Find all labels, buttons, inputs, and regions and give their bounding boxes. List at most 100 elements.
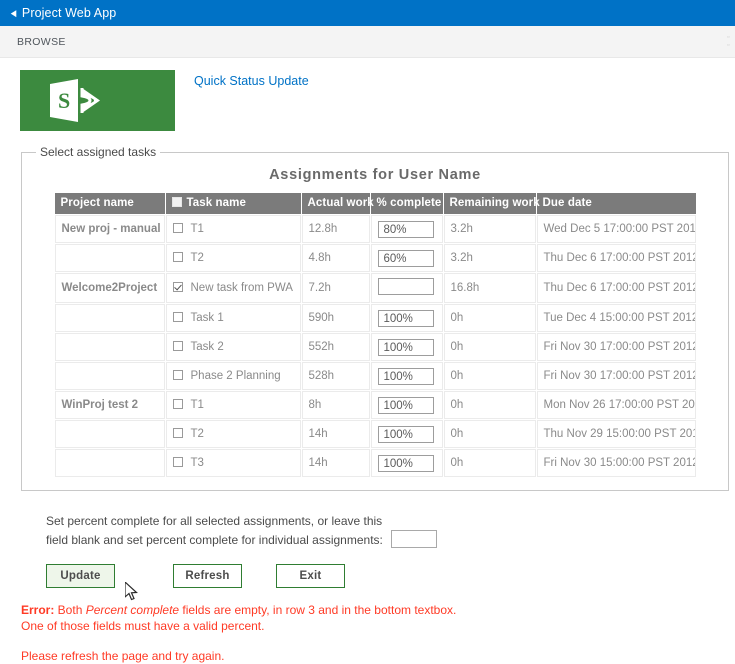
assignments-table: Project name Task name Actual work % com… xyxy=(54,192,697,478)
cell-project-name: New proj - manual xyxy=(54,215,165,243)
task-name-label: Phase 2 Planning xyxy=(190,370,281,382)
back-arrow-icon[interactable]: ◀ xyxy=(11,8,17,18)
row-select-checkbox[interactable] xyxy=(172,312,183,322)
cell-percent-complete: 100% xyxy=(370,333,443,361)
cell-remaining-work: 0h xyxy=(443,362,536,390)
column-header-percent-complete: % complete xyxy=(370,193,443,214)
row-select-checkbox[interactable] xyxy=(172,252,183,262)
percent-complete-input[interactable]: 100% xyxy=(377,367,434,385)
task-name-label: T2 xyxy=(190,252,204,264)
cell-due-date: Fri Nov 30 17:00:00 PST 2012 xyxy=(536,333,696,361)
column-header-task-name: Task name xyxy=(165,193,301,214)
table-row: Welcome2Project New task from PWA 7.2h 16.8… xyxy=(54,273,696,303)
global-percent-row: field blank and set percent complete for… xyxy=(46,530,735,549)
row-select-checkbox[interactable] xyxy=(172,282,183,292)
ribbon-overflow-stub[interactable]: ▫ ▫ xyxy=(727,34,735,50)
update-button[interactable]: Update xyxy=(46,564,115,588)
cell-actual-work: 590h xyxy=(301,304,370,332)
cell-project-name xyxy=(54,449,165,477)
cell-remaining-work: 0h xyxy=(443,333,536,361)
cell-percent-complete: 100% xyxy=(370,362,443,390)
quick-status-update-link[interactable]: Quick Status Update xyxy=(194,74,309,88)
assignments-table-body: New proj - manual T1 12.8h 80% 3.2h Wed Dec 5… xyxy=(54,215,696,477)
error-line-3: Please refresh the page and try again. xyxy=(21,649,225,663)
global-percent-input[interactable] xyxy=(390,530,437,548)
percent-complete-input[interactable]: 60% xyxy=(377,249,434,267)
suite-bar: ◀ Project Web App xyxy=(0,0,735,26)
cell-percent-complete: 80% xyxy=(370,215,443,243)
error-emphasis: Percent complete xyxy=(85,603,180,617)
cell-task-name: Task 1 xyxy=(165,304,301,332)
percent-complete-input[interactable]: 100% xyxy=(377,425,434,443)
row-select-checkbox[interactable] xyxy=(172,223,183,233)
cell-actual-work: 12.8h xyxy=(301,215,370,243)
table-row: T2 14h 100% 0h Thu Nov 29 15:00:00 PST 2012 xyxy=(54,420,696,448)
select-all-checkbox[interactable] xyxy=(171,197,182,207)
sharepoint-logo: S xyxy=(20,70,175,131)
row-select-checkbox[interactable] xyxy=(172,370,183,380)
cell-percent-complete: 100% xyxy=(370,449,443,477)
exit-button[interactable]: Exit xyxy=(276,564,345,588)
percent-complete-input[interactable]: 100% xyxy=(377,338,434,356)
cell-project-name xyxy=(54,362,165,390)
cell-due-date: Tue Dec 4 15:00:00 PST 2012 xyxy=(536,304,696,332)
row-select-checkbox[interactable] xyxy=(172,399,183,409)
assignments-title: Assignments for User Name xyxy=(269,167,481,183)
percent-complete-input[interactable]: 100% xyxy=(377,309,434,327)
percent-complete-input[interactable]: 100% xyxy=(377,454,434,472)
cell-remaining-work: 3.2h xyxy=(443,244,536,272)
cell-percent-complete: 100% xyxy=(370,420,443,448)
cell-task-name: Task 2 xyxy=(165,333,301,361)
row-select-checkbox[interactable] xyxy=(172,457,183,467)
percent-complete-input[interactable]: 100% xyxy=(377,396,434,414)
cell-remaining-work: 16.8h xyxy=(443,273,536,303)
cell-due-date: Thu Nov 29 15:00:00 PST 2012 xyxy=(536,420,696,448)
table-row: T3 14h 100% 0h Fri Nov 30 15:00:00 PST 2012 xyxy=(54,449,696,477)
cell-project-name: WinProj test 2 xyxy=(54,391,165,419)
cell-actual-work: 4.8h xyxy=(301,244,370,272)
task-name-label: T2 xyxy=(190,428,204,440)
cell-due-date: Thu Dec 6 17:00:00 PST 2012 xyxy=(536,273,696,303)
global-percent-hint: Set percent complete for all selected as… xyxy=(46,513,735,530)
cell-task-name: T1 xyxy=(165,391,301,419)
error-messages: Error: Both Percent complete fields are … xyxy=(21,602,735,664)
task-name-label: New task from PWA xyxy=(190,282,293,294)
cell-due-date: Fri Nov 30 15:00:00 PST 2012 xyxy=(536,449,696,477)
cell-task-name: Phase 2 Planning xyxy=(165,362,301,390)
cell-project-name xyxy=(54,304,165,332)
task-name-label: Task 1 xyxy=(190,312,224,324)
cell-due-date: Wed Dec 5 17:00:00 PST 2012 xyxy=(536,215,696,243)
cell-percent-complete: 100% xyxy=(370,304,443,332)
table-row: Phase 2 Planning 528h 100% 0h Fri Nov 30 17:… xyxy=(54,362,696,390)
cell-remaining-work: 0h xyxy=(443,391,536,419)
cell-task-name: New task from PWA xyxy=(165,273,301,303)
task-name-label: Task 2 xyxy=(190,341,224,353)
cell-percent-complete: 60% xyxy=(370,244,443,272)
percent-complete-input[interactable] xyxy=(377,278,434,295)
cell-project-name xyxy=(54,420,165,448)
tab-browse[interactable]: BROWSE xyxy=(17,36,66,48)
task-name-label: T1 xyxy=(190,399,204,411)
table-row: Task 1 590h 100% 0h Tue Dec 4 15:00:00 PST 2… xyxy=(54,304,696,332)
percent-complete-input[interactable]: 80% xyxy=(377,220,434,238)
column-header-remaining-work: Remaining work xyxy=(443,193,540,214)
cell-percent-complete xyxy=(370,273,443,303)
row-select-checkbox[interactable] xyxy=(172,341,183,351)
task-name-label: T1 xyxy=(190,223,204,235)
column-header-actual-work: Actual work xyxy=(301,193,374,214)
hint-line-1: Set percent complete for all selected as… xyxy=(46,514,383,528)
cell-actual-work: 14h xyxy=(301,449,370,477)
cell-percent-complete: 100% xyxy=(370,391,443,419)
ribbon-strip: BROWSE ▫ ▫ xyxy=(0,26,735,58)
row-select-checkbox[interactable] xyxy=(172,428,183,438)
cell-project-name: Welcome2Project xyxy=(54,273,165,303)
fieldset-legend: Select assigned tasks xyxy=(40,145,157,159)
table-row: New proj - manual T1 12.8h 80% 3.2h Wed Dec 5… xyxy=(54,215,696,243)
hint-line-2: field blank and set percent complete for… xyxy=(46,533,383,547)
brand-row: S Quick Status Update xyxy=(0,58,735,131)
cell-actual-work: 552h xyxy=(301,333,370,361)
refresh-button[interactable]: Refresh xyxy=(173,564,242,588)
cell-task-name: T2 xyxy=(165,244,301,272)
button-row: Update Refresh Exit xyxy=(46,564,735,601)
cell-remaining-work: 0h xyxy=(443,449,536,477)
